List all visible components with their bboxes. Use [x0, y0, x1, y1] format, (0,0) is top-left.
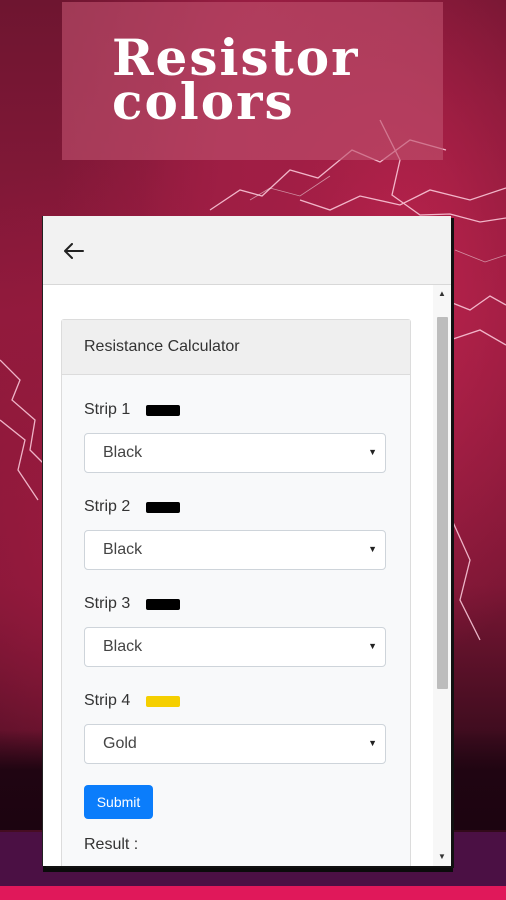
card-title: Resistance Calculator	[84, 338, 240, 355]
strip-1-label-text: Strip 1	[84, 401, 131, 418]
arrow-left-icon	[64, 243, 84, 259]
strip-3-label-text: Strip 3	[84, 595, 131, 612]
content-area: Resistance Calculator Strip 1 Black ▼ St…	[43, 285, 433, 866]
strip-4-color-swatch	[146, 695, 181, 707]
strip-3-label: Strip 3	[84, 595, 181, 613]
strip-2-select[interactable]: Black ▼	[84, 530, 386, 570]
strip-4-select[interactable]: Gold ▼	[84, 724, 386, 764]
strip-4-label-text: Strip 4	[84, 692, 131, 709]
strip-4-label: Strip 4	[84, 692, 181, 710]
strip-3-color-swatch	[146, 598, 181, 610]
result-label: Result :	[84, 836, 139, 853]
strip-2-label-text: Strip 2	[84, 498, 131, 515]
strip-1-select[interactable]: Black ▼	[84, 433, 386, 473]
scroll-down-icon[interactable]: ▼	[433, 850, 451, 864]
strip-3-select[interactable]: Black ▼	[84, 627, 386, 667]
scrollbar-thumb[interactable]	[437, 317, 448, 689]
strip-2-color-swatch	[146, 501, 181, 513]
scrollbar[interactable]: ▲ ▼	[433, 285, 451, 866]
strip-1-color-swatch	[146, 404, 181, 416]
title-banner: Resistor colors	[62, 2, 443, 160]
submit-button[interactable]: Submit	[84, 785, 153, 819]
card-header: Resistance Calculator	[62, 320, 410, 375]
strip-3-select-value: Black	[103, 638, 143, 655]
back-button[interactable]	[61, 238, 87, 264]
chevron-down-icon: ▼	[368, 544, 377, 554]
phone-screen: Resistance Calculator Strip 1 Black ▼ St…	[43, 216, 451, 866]
strip-4-select-value: Gold	[103, 735, 137, 752]
chevron-down-icon: ▼	[368, 447, 377, 457]
strip-1-label: Strip 1	[84, 401, 181, 419]
chevron-down-icon: ▼	[368, 641, 377, 651]
strip-2-label: Strip 2	[84, 498, 181, 516]
strip-2-select-value: Black	[103, 541, 143, 558]
chevron-down-icon: ▼	[368, 738, 377, 748]
page-title: Resistor colors	[112, 33, 359, 127]
app-bar	[43, 216, 451, 285]
strip-1-select-value: Black	[103, 444, 143, 461]
bottom-accent-strip	[0, 886, 506, 900]
scroll-up-icon[interactable]: ▲	[433, 287, 451, 301]
calculator-card: Resistance Calculator Strip 1 Black ▼ St…	[61, 319, 411, 866]
